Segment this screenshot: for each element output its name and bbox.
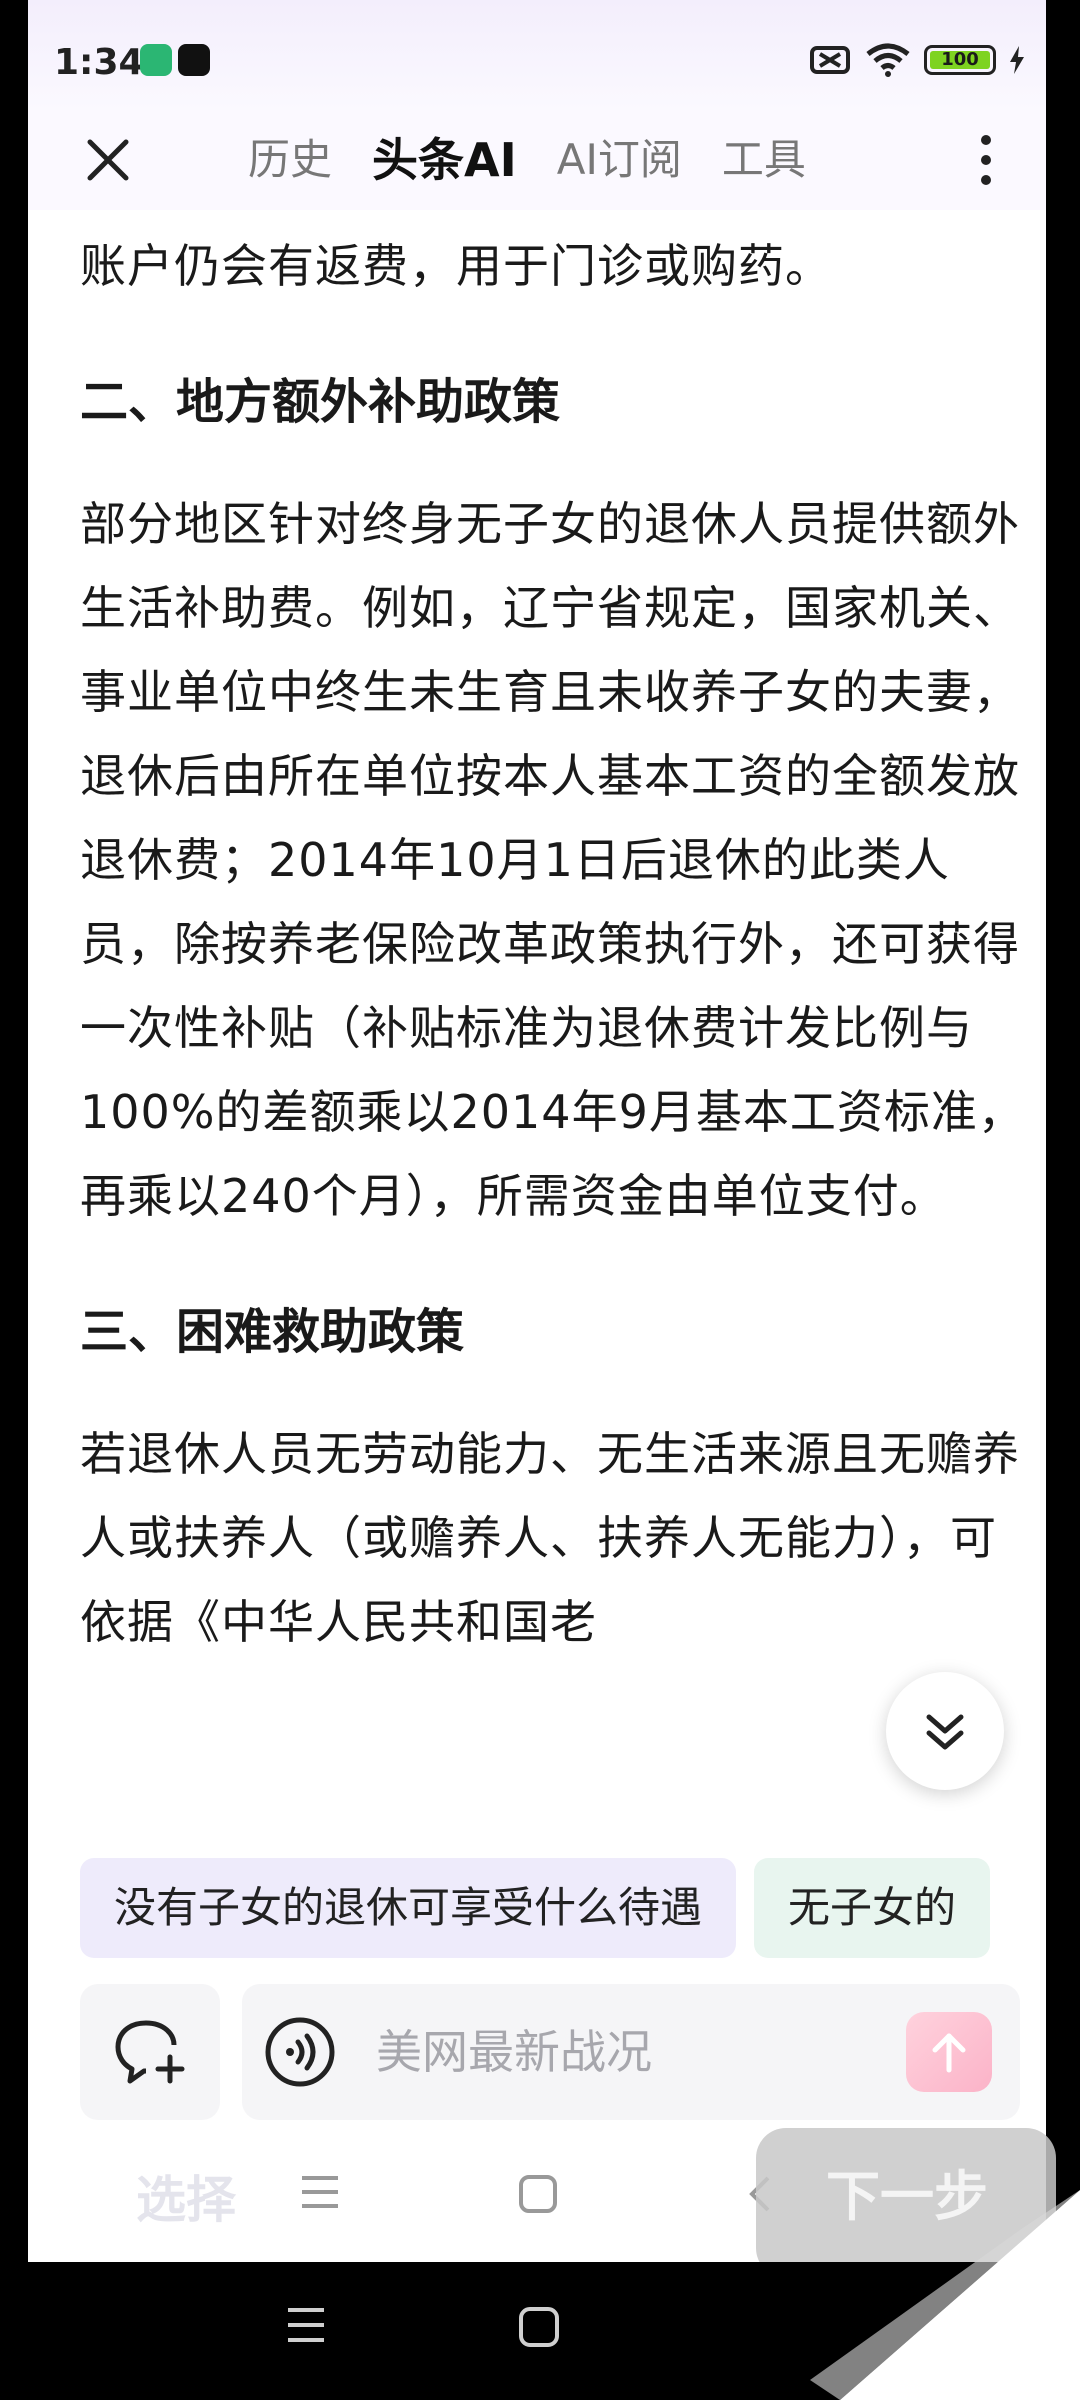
suggestion-chips: 没有子女的退休可享受什么待遇 无子女的 xyxy=(80,1858,1046,1958)
paragraph-local-subsidy: 部分地区针对终身无子女的退休人员提供额外生活补助费。例如，辽宁省规定，国家机关、… xyxy=(80,497,1025,1223)
send-button[interactable] xyxy=(906,2012,992,2092)
paragraph-intro: 账户仍会有返费，用于门诊或购药。 xyxy=(80,239,832,293)
device-frame-left xyxy=(0,0,28,2400)
suggestion-chip[interactable]: 无子女的 xyxy=(754,1858,991,1958)
page-curl-decoration xyxy=(810,2190,1080,2400)
paragraph-hardship-aid: 若退休人员无劳动能力、无生活来源且无赡养人或扶养人（或赡养人、扶养人无能力），可… xyxy=(80,1427,1020,1649)
scroll-to-bottom-button[interactable] xyxy=(886,1672,1004,1790)
more-options-icon[interactable] xyxy=(966,128,1006,192)
status-bar: 1:34 100 xyxy=(28,0,1046,110)
new-chat-icon xyxy=(115,2020,185,2084)
tiktok-icon xyxy=(178,44,210,76)
home-icon[interactable] xyxy=(518,2174,558,2214)
close-icon[interactable] xyxy=(76,128,140,192)
charging-icon xyxy=(1010,46,1024,74)
status-icons: 100 xyxy=(808,42,1026,78)
menu-icon[interactable] xyxy=(300,2174,340,2210)
tab-toutiao-ai[interactable]: 头条AI xyxy=(372,130,517,190)
input-placeholder: 美网最新战况 xyxy=(376,2025,652,2079)
app-notification-icon xyxy=(140,44,172,76)
heading-local-subsidy: 二、地方额外补助政策 xyxy=(80,374,561,430)
device-frame-right xyxy=(1046,0,1080,2400)
double-chevron-down-icon xyxy=(926,1714,964,1750)
answer-content: 账户仍会有返费，用于门诊或购药。 二、地方额外补助政策 部分地区针对终身无子女的… xyxy=(80,210,1030,1800)
suggestion-chip[interactable]: 没有子女的退休可享受什么待遇 xyxy=(80,1858,737,1958)
wifi-icon xyxy=(866,43,910,77)
voice-input-icon[interactable] xyxy=(264,2016,336,2088)
tab-bar: 历史 头条AI AI订阅 工具 xyxy=(248,130,846,190)
new-chat-button[interactable] xyxy=(80,1984,220,2120)
battery-level: 100 xyxy=(941,49,979,70)
recent-apps-icon[interactable] xyxy=(286,2306,326,2344)
select-button[interactable]: 选择 xyxy=(136,2160,236,2232)
app-screen: 1:34 100 历史 头条AI AI订阅 工具 账户仍会有返费，用于门诊或购药… xyxy=(28,0,1046,2262)
home-button-icon[interactable] xyxy=(518,2306,560,2348)
tab-history[interactable]: 历史 xyxy=(248,130,332,190)
message-input[interactable]: 美网最新战况 xyxy=(242,1984,1020,2120)
top-nav: 历史 头条AI AI订阅 工具 xyxy=(28,110,1046,210)
tab-ai-subscribe[interactable]: AI订阅 xyxy=(557,130,682,190)
battery-icon: 100 xyxy=(924,45,996,75)
sim-off-icon xyxy=(810,46,850,74)
tab-tools[interactable]: 工具 xyxy=(722,130,806,190)
arrow-up-icon xyxy=(932,2033,966,2073)
composer: 美网最新战况 xyxy=(80,1984,1020,2120)
heading-hardship-aid: 三、困难救助政策 xyxy=(80,1304,465,1360)
status-time: 1:34 xyxy=(54,42,144,83)
